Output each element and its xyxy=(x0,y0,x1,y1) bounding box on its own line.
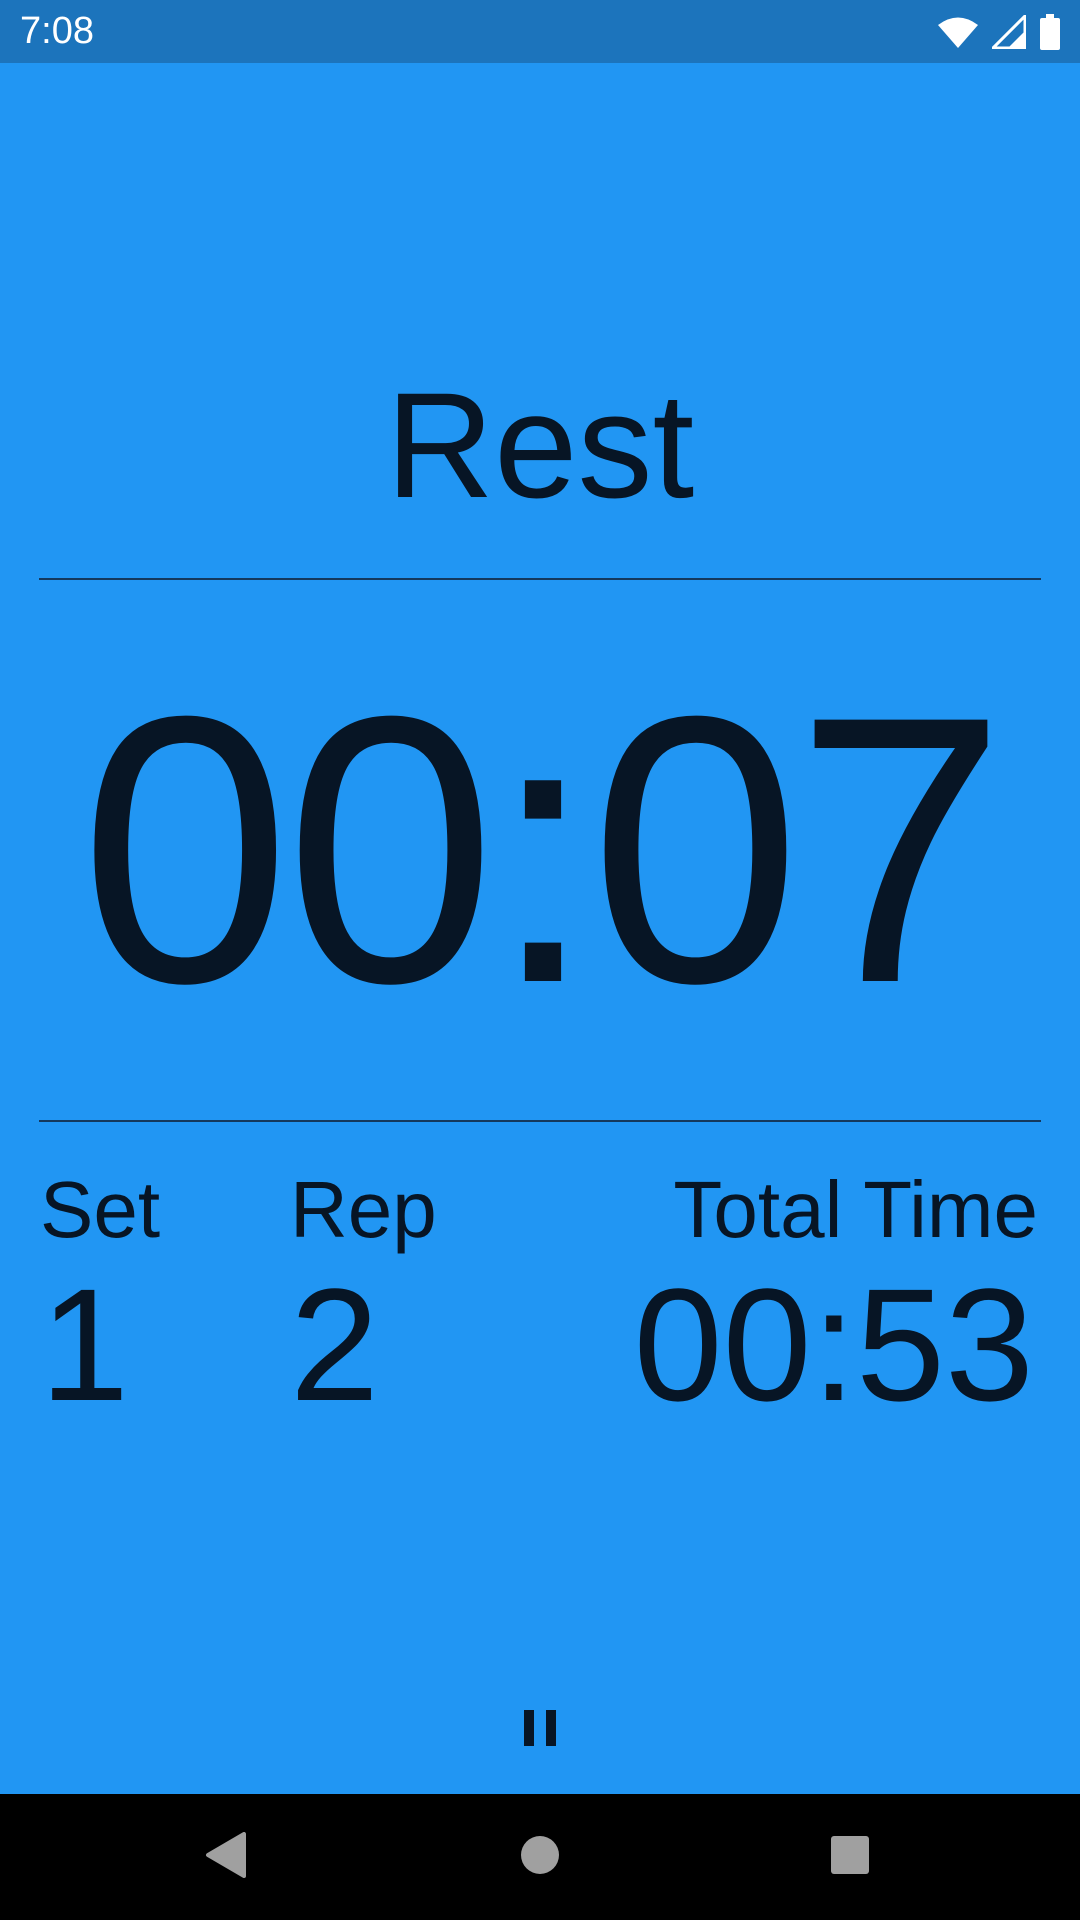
nav-back-button[interactable] xyxy=(196,1827,256,1887)
countdown-timer: 00:07 xyxy=(79,637,1007,1062)
battery-icon xyxy=(1040,14,1060,50)
divider-bottom xyxy=(39,1120,1041,1122)
total-time-value: 00:53 xyxy=(633,1255,1034,1434)
pause-icon xyxy=(522,1708,558,1753)
total-time-label: Total Time xyxy=(673,1165,1038,1254)
wifi-icon xyxy=(938,16,978,48)
pause-button[interactable] xyxy=(500,1690,580,1770)
recents-icon xyxy=(829,1834,871,1881)
mode-label: Rest xyxy=(385,361,695,529)
back-icon xyxy=(204,1831,248,1883)
timer-screen: 7:08 Rest 00:07 Set Rep Total Time 1 2 0… xyxy=(0,0,1080,1920)
rep-value: 2 xyxy=(290,1255,379,1434)
status-icons xyxy=(938,12,1060,52)
status-time: 7:08 xyxy=(20,10,94,52)
rep-label: Rep xyxy=(290,1165,437,1254)
nav-recents-button[interactable] xyxy=(820,1827,880,1887)
divider-top xyxy=(39,578,1041,580)
navigation-bar xyxy=(0,1794,1080,1920)
status-bar: 7:08 xyxy=(0,0,1080,63)
set-value: 1 xyxy=(40,1255,129,1434)
home-icon xyxy=(519,1834,561,1881)
nav-home-button[interactable] xyxy=(510,1827,570,1887)
set-label: Set xyxy=(40,1165,161,1254)
cell-signal-icon xyxy=(992,15,1026,49)
